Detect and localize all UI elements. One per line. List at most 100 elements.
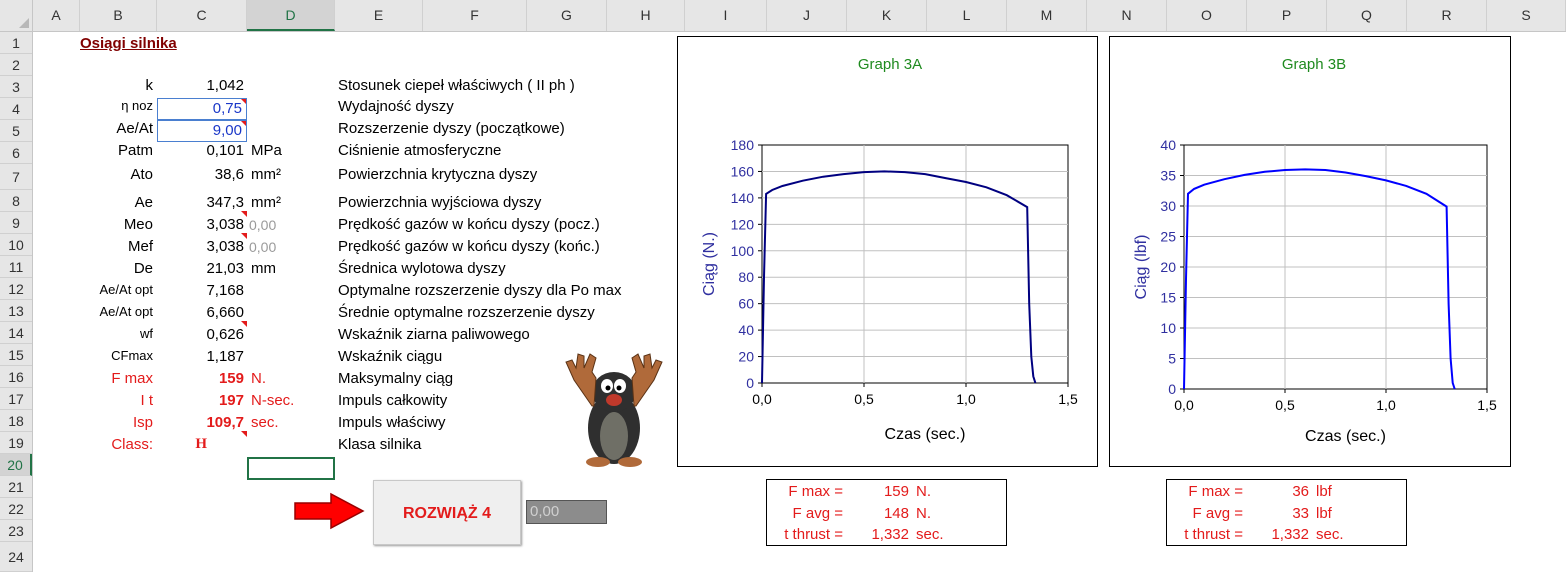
param-unit-17: N-sec. — [251, 392, 295, 409]
row-header-24[interactable]: 24 — [0, 542, 32, 572]
column-header-j[interactable]: J — [767, 0, 847, 31]
row-header-20[interactable]: 20 — [0, 454, 32, 476]
comment-indicator-icon[interactable] — [241, 211, 247, 217]
row-header-13[interactable]: 13 — [0, 300, 32, 322]
param-label-11: De — [133, 260, 153, 277]
row-header-2[interactable]: 2 — [0, 54, 32, 76]
param-value-11: 21,03 — [206, 260, 244, 277]
param-label-8: Ae — [134, 194, 153, 211]
param-desc-14: Wskaźnik ziarna paliwowego — [338, 326, 530, 343]
column-header-h[interactable]: H — [607, 0, 685, 31]
column-header-e[interactable]: E — [335, 0, 423, 31]
x-axis-label: Czas (sec.) — [1305, 428, 1386, 445]
column-header-q[interactable]: Q — [1327, 0, 1407, 31]
row-header-9[interactable]: 9 — [0, 212, 32, 234]
y-tick-label: 40 — [738, 322, 754, 338]
param-value-9: 3,038 — [206, 216, 244, 233]
param-desc-6: Ciśnienie atmosferyczne — [338, 142, 502, 159]
column-header-a[interactable]: A — [33, 0, 80, 31]
summary-label: F avg = — [1192, 505, 1243, 522]
y-tick-label: 180 — [731, 137, 755, 153]
select-all-corner[interactable] — [0, 0, 33, 31]
summary-value: 1,332 — [1271, 526, 1309, 543]
column-header-n[interactable]: N — [1087, 0, 1167, 31]
y-tick-label: 10 — [1160, 320, 1176, 336]
param-desc-9: Prędkość gazów w końcu dyszy (pocz.) — [338, 216, 600, 233]
y-tick-label: 100 — [731, 243, 755, 259]
row-header-22[interactable]: 22 — [0, 498, 32, 520]
row-header-1[interactable]: 1 — [0, 32, 32, 54]
column-header-c[interactable]: C — [157, 0, 247, 31]
param-unit-16: N. — [251, 370, 266, 387]
summary-box-newtons: F max = 159 N. F avg = 148 N. t thrust = 1,332 s… — [766, 479, 1007, 546]
y-tick-label: 25 — [1160, 229, 1176, 245]
x-tick-label: 0,0 — [752, 391, 772, 407]
summary-value: 159 — [883, 483, 909, 500]
nozzle-efficiency-input[interactable]: 0,75 — [157, 98, 247, 120]
column-header-l[interactable]: L — [927, 0, 1007, 31]
row-header-17[interactable]: 17 — [0, 388, 32, 410]
row-header-10[interactable]: 10 — [0, 234, 32, 256]
column-header-g[interactable]: G — [527, 0, 607, 31]
summary-unit: N. — [916, 505, 931, 522]
active-cell-d20[interactable] — [247, 457, 335, 480]
row-header-19[interactable]: 19 — [0, 432, 32, 454]
x-tick-label: 1,0 — [956, 391, 976, 407]
row-header-14[interactable]: 14 — [0, 322, 32, 344]
row-header-11[interactable]: 11 — [0, 256, 32, 278]
param-unit-11: mm — [251, 260, 276, 277]
column-header-k[interactable]: K — [847, 0, 927, 31]
summary-value: 148 — [883, 505, 909, 522]
row-header-6[interactable]: 6 — [0, 142, 32, 164]
y-tick-label: 140 — [731, 190, 755, 206]
comment-indicator-icon[interactable] — [241, 233, 247, 239]
row-header-7[interactable]: 7 — [0, 164, 32, 190]
param-desc-17: Impuls całkowity — [338, 392, 448, 409]
param-value-6: 0,101 — [206, 142, 244, 159]
comment-indicator-icon[interactable] — [241, 431, 247, 437]
column-header-f[interactable]: F — [423, 0, 527, 31]
summary-value: 33 — [1292, 505, 1309, 522]
row-header-15[interactable]: 15 — [0, 344, 32, 366]
param-value-10: 3,038 — [206, 238, 244, 255]
column-header-d[interactable]: D — [247, 0, 335, 31]
column-header-i[interactable]: I — [685, 0, 767, 31]
x-tick-label: 1,0 — [1376, 397, 1396, 413]
column-header-s[interactable]: S — [1487, 0, 1566, 31]
param-value-19: H — [195, 436, 207, 452]
param-desc-5: Rozszerzenie dyszy (początkowe) — [338, 120, 565, 137]
param-desc-12: Optymalne rozszerzenie dyszy dla Po max — [338, 282, 622, 299]
row-header-12[interactable]: 12 — [0, 278, 32, 300]
column-header-o[interactable]: O — [1167, 0, 1247, 31]
chart-3a: Graph 3A 0 20 40 60 80 100 120 140 160 180 0,0 0,5 1,… — [701, 56, 1078, 443]
param-label-4: η noz — [121, 98, 153, 113]
chart-title: Graph 3A — [858, 56, 922, 73]
column-header-m[interactable]: M — [1007, 0, 1087, 31]
row-header-18[interactable]: 18 — [0, 410, 32, 432]
column-header-bar: ABCDEFGHIJKLMNOPQRS — [0, 0, 1566, 32]
solve-button[interactable]: ROZWIĄŻ 4 — [373, 480, 521, 545]
expansion-ratio-input[interactable]: 9,00 — [157, 120, 247, 142]
y-tick-label: 60 — [738, 296, 754, 312]
row-header-16[interactable]: 16 — [0, 366, 32, 388]
y-tick-label: 15 — [1160, 290, 1176, 306]
param-desc-10: Prędkość gazów w końcu dyszy (końc.) — [338, 238, 600, 255]
column-header-r[interactable]: R — [1407, 0, 1487, 31]
comment-indicator-icon[interactable] — [241, 321, 247, 327]
row-header-8[interactable]: 8 — [0, 190, 32, 212]
summary-label: t thrust = — [1184, 526, 1243, 543]
row-header-5[interactable]: 5 — [0, 120, 32, 142]
y-tick-label: 35 — [1160, 168, 1176, 184]
param-desc-16: Maksymalny ciąg — [338, 370, 454, 387]
row-header-21[interactable]: 21 — [0, 476, 32, 498]
row-header-4[interactable]: 4 — [0, 98, 32, 120]
summary-value: 1,332 — [871, 526, 909, 543]
row-header-23[interactable]: 23 — [0, 520, 32, 542]
x-tick-label: 0,5 — [854, 391, 874, 407]
series-line — [1183, 168, 1456, 390]
column-header-b[interactable]: B — [80, 0, 157, 31]
result-field: 0,00 — [526, 500, 607, 524]
row-header-3[interactable]: 3 — [0, 76, 32, 98]
y-tick-label: 30 — [1160, 198, 1176, 214]
column-header-p[interactable]: P — [1247, 0, 1327, 31]
